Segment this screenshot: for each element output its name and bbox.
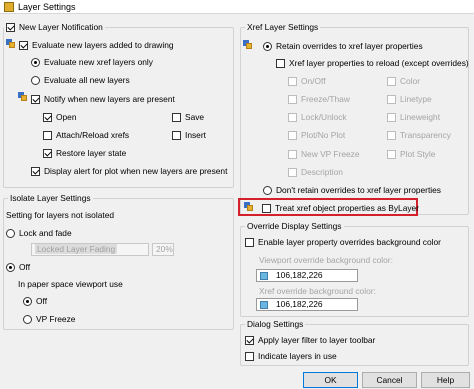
evaluate-all-radio[interactable] bbox=[31, 76, 40, 85]
off-radio[interactable] bbox=[6, 263, 15, 272]
prop-linetype[interactable]: Linetype bbox=[387, 94, 432, 105]
restore-state-checkbox[interactable] bbox=[43, 149, 52, 158]
title-bar: Layer Settings bbox=[0, 0, 474, 14]
treat-bylayer-checkbox[interactable] bbox=[262, 204, 271, 213]
prop-color[interactable]: Color bbox=[387, 76, 420, 87]
new-layer-notification-label: New Layer Notification bbox=[19, 22, 103, 32]
viewport-bg-label: Viewport override background color: bbox=[259, 255, 393, 265]
apply-filter-checkbox[interactable] bbox=[245, 336, 254, 345]
layer-icon bbox=[243, 40, 253, 50]
prop-plot-no-plot[interactable]: Plot/No Plot bbox=[288, 130, 345, 141]
app-icon bbox=[4, 2, 14, 12]
cancel-button[interactable]: Cancel bbox=[362, 372, 417, 388]
ok-button[interactable]: OK bbox=[303, 372, 358, 388]
override-display-label: Override Display Settings bbox=[245, 221, 344, 232]
new-layer-notification-group: New Layer Notification bbox=[3, 22, 234, 188]
vp-freeze-option[interactable]: VP Freeze bbox=[23, 314, 75, 325]
xref-bg-label: Xref override background color: bbox=[259, 286, 376, 296]
indicate-in-use-option[interactable]: Indicate layers in use bbox=[245, 351, 337, 362]
attach-reload-option[interactable]: Attach/Reload xrefs bbox=[43, 130, 129, 141]
props-to-reload-option[interactable]: Xref layer properties to reload (except … bbox=[276, 58, 469, 69]
retain-overrides-option[interactable]: Retain overrides to xref layer propertie… bbox=[263, 41, 423, 52]
evaluate-all-option[interactable]: Evaluate all new layers bbox=[31, 75, 130, 86]
treat-bylayer-option[interactable]: Treat xref object properties as ByLayer bbox=[262, 203, 419, 214]
props-to-reload-checkbox[interactable] bbox=[276, 59, 285, 68]
prop-lock-unlock[interactable]: Lock/Unlock bbox=[288, 112, 347, 123]
isolate-layer-settings-label: Isolate Layer Settings bbox=[8, 193, 93, 204]
layer-icon bbox=[244, 202, 254, 212]
display-alert-checkbox[interactable] bbox=[31, 167, 40, 176]
prop-plot-style[interactable]: Plot Style bbox=[387, 149, 435, 160]
prop-description[interactable]: Description bbox=[288, 167, 343, 178]
viewport-bg-swatch bbox=[260, 271, 268, 280]
dont-retain-radio[interactable] bbox=[263, 186, 272, 195]
save-checkbox[interactable] bbox=[172, 113, 181, 122]
dialog-settings-label: Dialog Settings bbox=[245, 319, 306, 330]
dont-retain-option[interactable]: Don't retain overrides to xref layer pro… bbox=[263, 185, 441, 196]
prop-freeze-thaw[interactable]: Freeze/Thaw bbox=[288, 94, 350, 105]
lock-and-fade-radio[interactable] bbox=[6, 229, 15, 238]
insert-option[interactable]: Insert bbox=[172, 130, 206, 141]
evaluate-xref-only-radio[interactable] bbox=[31, 58, 40, 67]
locked-layer-fading-slider[interactable]: Locked Layer Fading bbox=[31, 243, 149, 256]
apply-filter-option[interactable]: Apply layer filter to layer toolbar bbox=[245, 335, 375, 346]
evaluate-new-layers-checkbox[interactable] bbox=[19, 41, 28, 50]
open-checkbox[interactable] bbox=[43, 113, 52, 122]
prop-on-off[interactable]: On/Off bbox=[288, 76, 326, 87]
paper-off-option[interactable]: Off bbox=[23, 296, 47, 307]
paper-space-label: In paper space viewport use bbox=[18, 279, 123, 289]
vp-freeze-radio[interactable] bbox=[23, 315, 32, 324]
window-title: Layer Settings bbox=[18, 2, 76, 12]
locked-layer-fading-value[interactable]: 20% bbox=[152, 243, 174, 256]
attach-reload-checkbox[interactable] bbox=[43, 131, 52, 140]
evaluate-new-layers-option[interactable]: Evaluate new layers added to drawing bbox=[19, 40, 174, 51]
open-option[interactable]: Open bbox=[43, 112, 77, 123]
insert-checkbox[interactable] bbox=[172, 131, 181, 140]
new-layer-notification-checkbox[interactable] bbox=[6, 23, 15, 32]
viewport-bg-color-select[interactable]: 106,182,226 bbox=[256, 269, 358, 282]
prop-new-vp-freeze[interactable]: New VP Freeze bbox=[288, 149, 360, 160]
xref-bg-swatch bbox=[260, 300, 268, 309]
xref-bg-color-select[interactable]: 106,182,226 bbox=[256, 298, 358, 311]
off-option[interactable]: Off bbox=[6, 262, 30, 273]
retain-overrides-radio[interactable] bbox=[263, 42, 272, 51]
notify-present-checkbox[interactable] bbox=[31, 95, 40, 104]
prop-lineweight[interactable]: Lineweight bbox=[387, 112, 440, 123]
paper-off-radio[interactable] bbox=[23, 297, 32, 306]
evaluate-xref-only-option[interactable]: Evaluate new xref layers only bbox=[31, 57, 153, 68]
prop-transparency[interactable]: Transparency bbox=[387, 130, 451, 141]
layer-icon bbox=[18, 92, 28, 102]
enable-bg-color-option[interactable]: Enable layer property overrides backgrou… bbox=[245, 237, 441, 248]
notify-present-option[interactable]: Notify when new layers are present bbox=[31, 94, 175, 105]
enable-bg-color-checkbox[interactable] bbox=[245, 238, 254, 247]
display-alert-option[interactable]: Display alert for plot when new layers a… bbox=[31, 166, 227, 177]
lock-and-fade-option[interactable]: Lock and fade bbox=[6, 228, 72, 239]
layer-icon bbox=[6, 39, 16, 49]
xref-layer-settings-label: Xref Layer Settings bbox=[245, 22, 321, 33]
indicate-in-use-checkbox[interactable] bbox=[245, 352, 254, 361]
save-option[interactable]: Save bbox=[172, 112, 204, 123]
help-button[interactable]: Help bbox=[421, 372, 470, 388]
isolate-subtitle: Setting for layers not isolated bbox=[6, 210, 115, 220]
restore-state-option[interactable]: Restore layer state bbox=[43, 148, 126, 159]
